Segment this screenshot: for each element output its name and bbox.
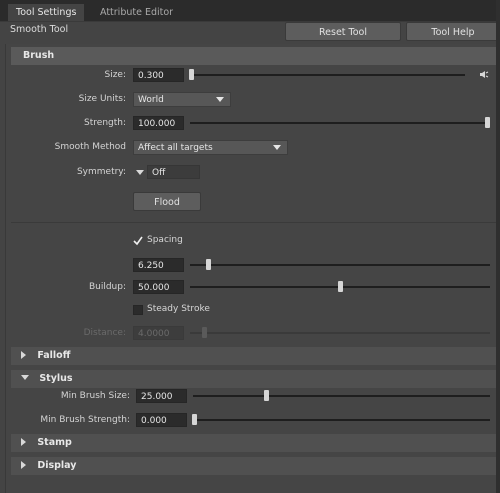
buildup-label: Buildup:: [88, 282, 126, 292]
section-brush-title: Brush: [23, 50, 55, 61]
tool-name: Smooth Tool: [10, 24, 69, 35]
size-units-label: Size Units:: [78, 94, 126, 104]
size-slider-track[interactable]: [190, 74, 465, 76]
min-brush-size-label: Min Brush Size:: [60, 391, 130, 401]
chevron-down-icon: [136, 170, 144, 175]
section-stamp-header[interactable]: Stamp: [11, 434, 496, 452]
section-stylus-header[interactable]: Stylus: [11, 370, 496, 388]
min-brush-strength-slider-handle[interactable]: [192, 414, 197, 425]
flood-button[interactable]: Flood: [133, 192, 201, 211]
distance-field: 4.0000: [133, 326, 184, 340]
chevron-right-icon: [21, 461, 26, 469]
section-falloff-title: Falloff: [37, 350, 71, 361]
steady-stroke-checkbox[interactable]: [133, 305, 143, 315]
strength-slider-track[interactable]: [190, 122, 490, 124]
spacing-field[interactable]: 6.250: [133, 258, 184, 272]
spacing-label: Spacing: [147, 235, 183, 245]
min-brush-strength-field[interactable]: 0.000: [136, 413, 187, 427]
smooth-method-value: Affect all targets: [138, 143, 213, 153]
spacing-checkbox[interactable]: [133, 236, 143, 246]
tool-help-button[interactable]: Tool Help: [406, 22, 500, 41]
symmetry-label: Symmetry:: [76, 167, 126, 177]
buildup-field[interactable]: 50.000: [133, 280, 184, 294]
min-brush-size-field[interactable]: 25.000: [136, 389, 187, 403]
chevron-down-icon: [21, 375, 29, 380]
chevron-down-icon: [216, 97, 224, 102]
chevron-right-icon: [21, 351, 26, 359]
section-display-title: Display: [37, 460, 77, 471]
distance-label: Distance:: [83, 328, 126, 338]
chevron-down-icon: [273, 145, 281, 150]
symmetry-field[interactable]: Off: [147, 165, 200, 179]
tab-attribute-editor[interactable]: Attribute Editor: [92, 4, 181, 21]
size-units-dropdown[interactable]: World: [133, 92, 231, 107]
steady-stroke-label: Steady Stroke: [147, 304, 210, 314]
spacing-slider-track[interactable]: [190, 264, 490, 266]
buildup-slider-handle[interactable]: [338, 281, 343, 292]
strength-label: Strength:: [84, 118, 126, 128]
section-brush-header[interactable]: Brush: [11, 47, 496, 65]
size-field[interactable]: 0.300: [133, 68, 184, 82]
min-brush-size-slider-track[interactable]: [193, 395, 490, 397]
smooth-method-dropdown[interactable]: Affect all targets: [133, 140, 288, 155]
min-brush-size-slider-handle[interactable]: [264, 390, 269, 401]
reset-tool-button[interactable]: Reset Tool: [285, 22, 401, 41]
section-divider: [11, 222, 496, 223]
min-brush-strength-label: Min Brush Strength:: [40, 415, 130, 425]
tab-tool-settings[interactable]: Tool Settings: [8, 4, 85, 21]
strength-slider-handle[interactable]: [485, 117, 490, 128]
distance-slider-track: [190, 332, 490, 334]
section-stamp-title: Stamp: [37, 437, 72, 448]
size-label: Size:: [104, 70, 126, 80]
panel-scrollbar[interactable]: [496, 0, 500, 493]
speaker-icon[interactable]: [480, 71, 489, 78]
section-display-header[interactable]: Display: [11, 457, 496, 475]
chevron-right-icon: [21, 438, 26, 446]
min-brush-strength-slider-track[interactable]: [193, 419, 490, 421]
size-units-value: World: [138, 95, 164, 105]
strength-field[interactable]: 100.000: [133, 116, 184, 130]
distance-slider-handle: [202, 327, 207, 338]
spacing-slider-handle[interactable]: [206, 259, 211, 270]
section-stylus-title: Stylus: [39, 373, 73, 384]
symmetry-dropdown-arrow[interactable]: [136, 170, 144, 175]
settings-panel: [5, 44, 500, 493]
size-slider-handle[interactable]: [189, 69, 194, 80]
smooth-method-label: Smooth Method: [54, 142, 126, 152]
section-falloff-header[interactable]: Falloff: [11, 347, 496, 365]
